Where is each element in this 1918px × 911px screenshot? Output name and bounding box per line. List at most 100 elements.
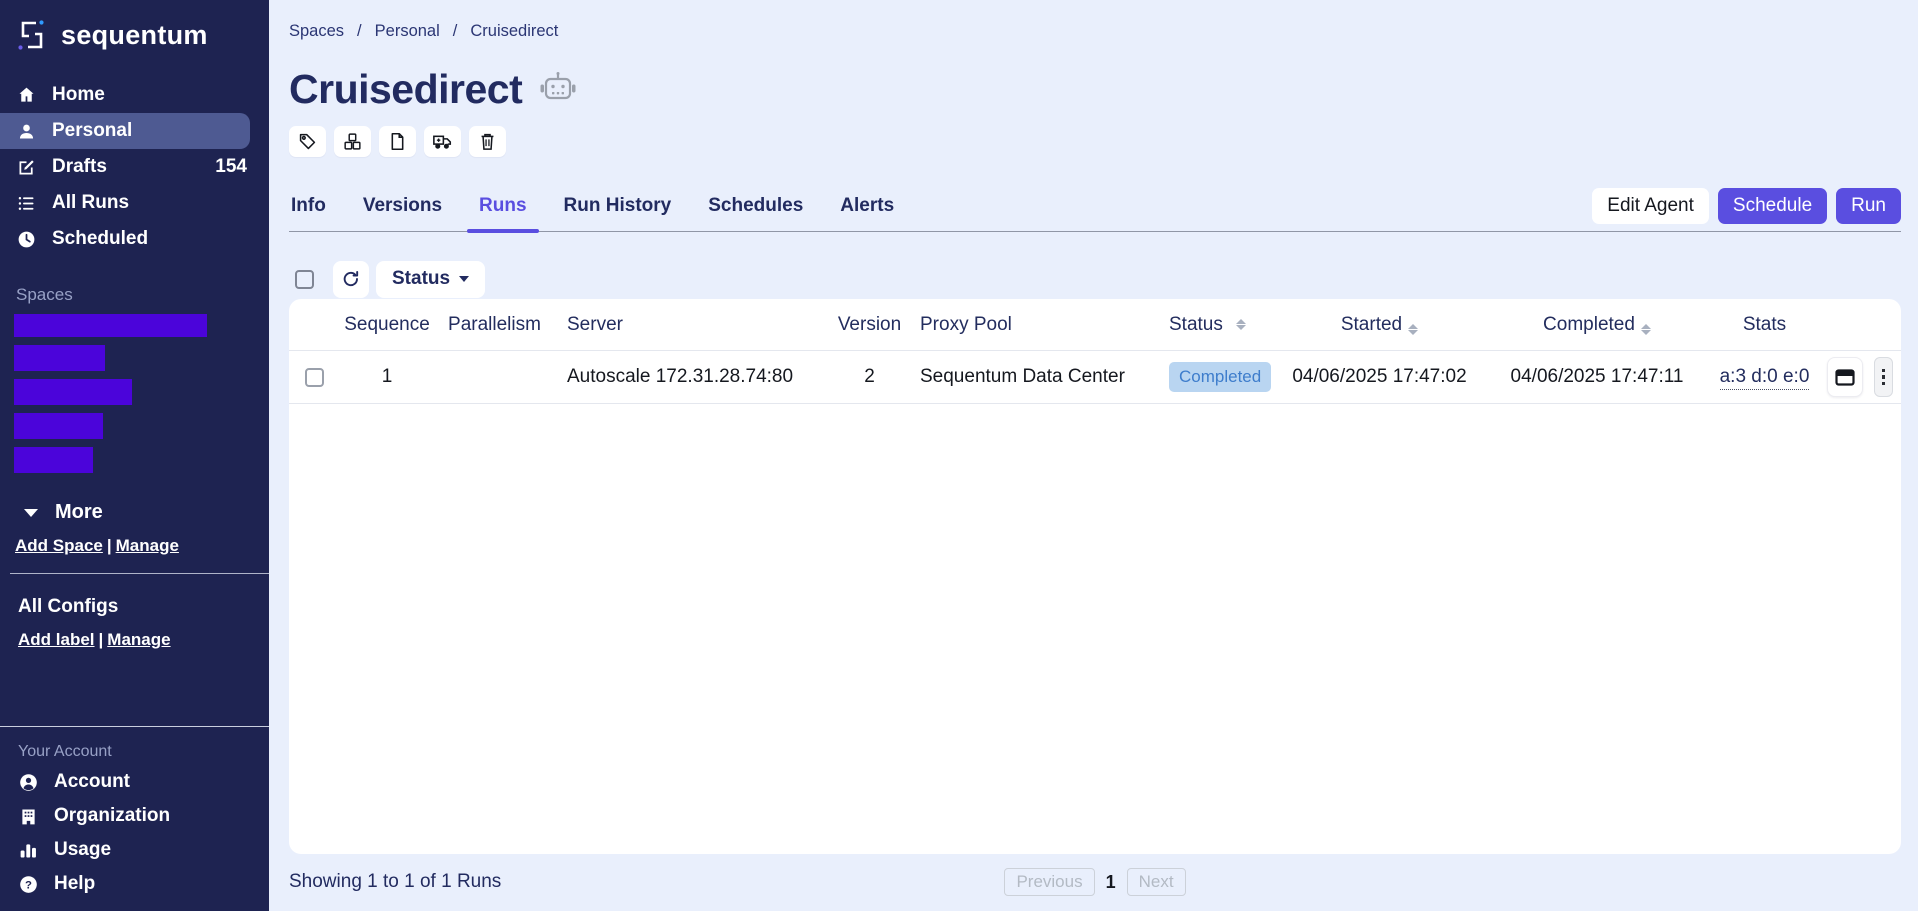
breadcrumb-separator: / [453, 22, 458, 41]
sidebar-item-personal[interactable]: Personal [0, 113, 250, 149]
status-filter-dropdown[interactable]: Status [376, 261, 485, 298]
window-icon[interactable] [1827, 357, 1863, 397]
stats-link[interactable]: a:3 d:0 e:0 [1720, 366, 1810, 390]
chevron-down-icon [24, 509, 38, 517]
pencil-square-icon [16, 157, 37, 178]
sidebar-item-scheduled[interactable]: Scheduled [0, 221, 269, 257]
tab-schedules[interactable]: Schedules [706, 195, 805, 231]
sidebar-nav: Home Personal Drafts 154 All Runs Sche [0, 77, 269, 257]
tab-run-history[interactable]: Run History [562, 195, 674, 231]
main-content: Spaces / Personal / Cruisedirect Cruised… [269, 0, 1918, 911]
sidebar-item-usage[interactable]: Usage [0, 833, 269, 867]
status-filter-label: Status [392, 268, 450, 290]
file-button[interactable] [379, 126, 416, 157]
more-label: More [55, 501, 103, 524]
trash-button[interactable] [469, 126, 506, 157]
add-label-link[interactable]: Add label [18, 630, 95, 649]
robot-icon [538, 71, 578, 109]
sidebar-item-home[interactable]: Home [0, 77, 269, 113]
sidebar-item-organization[interactable]: Organization [0, 799, 269, 833]
space-item-redacted[interactable] [14, 314, 207, 337]
account-item-label: Help [54, 873, 95, 895]
col-header-completed[interactable]: Completed [1487, 314, 1707, 336]
edit-agent-button[interactable]: Edit Agent [1592, 188, 1709, 224]
row-actions [1822, 357, 1901, 397]
sidebar-item-help[interactable]: ? Help [0, 867, 269, 901]
space-item-redacted[interactable] [14, 447, 93, 473]
breadcrumb: Spaces / Personal / Cruisedirect [289, 22, 1901, 41]
col-header-sequence: Sequence [337, 314, 437, 336]
breadcrumb-personal[interactable]: Personal [375, 22, 440, 41]
col-header-parallelism: Parallelism [437, 314, 552, 336]
title-row: Cruisedirect [289, 66, 1901, 113]
col-header-started[interactable]: Started [1272, 314, 1487, 336]
truck-button[interactable] [424, 126, 461, 157]
your-account-heading: Your Account [18, 743, 269, 761]
runs-table-card: Sequence Parallelism Server Version Prox… [289, 299, 1901, 854]
sidebar-item-label: All Runs [52, 192, 129, 214]
row-checkbox[interactable] [305, 368, 324, 387]
brand-logo[interactable]: sequentum [0, 0, 269, 61]
manage-spaces-link[interactable]: Manage [116, 536, 179, 555]
kebab-menu-button[interactable] [1874, 357, 1893, 397]
sidebar-item-label: Personal [52, 120, 132, 142]
refresh-button[interactable] [333, 261, 369, 298]
person-icon [16, 121, 37, 142]
sidebar: sequentum Home Personal Drafts 154 A [0, 0, 269, 911]
schedule-button[interactable]: Schedule [1718, 188, 1827, 224]
caret-down-icon [459, 276, 469, 282]
previous-page-button[interactable]: Previous [1004, 868, 1094, 896]
sidebar-item-label: Scheduled [52, 228, 148, 250]
breadcrumb-current: Cruisedirect [470, 22, 558, 41]
tag-button[interactable] [289, 126, 326, 157]
col-header-label: Completed [1543, 314, 1635, 335]
tab-alerts[interactable]: Alerts [838, 195, 896, 231]
tab-info[interactable]: Info [289, 195, 328, 231]
manage-labels-link[interactable]: Manage [107, 630, 170, 649]
sidebar-divider [10, 573, 269, 574]
col-header-status[interactable]: Status [1147, 314, 1272, 336]
account-item-label: Account [54, 771, 130, 793]
select-all-checkbox[interactable] [295, 270, 314, 289]
home-icon [16, 85, 37, 106]
sort-icon[interactable] [1236, 319, 1246, 330]
col-header-stats: Stats [1707, 314, 1822, 336]
sort-icon[interactable] [1641, 324, 1651, 335]
sidebar-item-drafts[interactable]: Drafts 154 [0, 149, 269, 185]
sidebar-item-all-runs[interactable]: All Runs [0, 185, 269, 221]
add-space-link[interactable]: Add Space [15, 536, 103, 555]
spaces-more-toggle[interactable]: More [24, 501, 269, 524]
breadcrumb-spaces[interactable]: Spaces [289, 22, 344, 41]
spaces-list [0, 314, 269, 481]
spaces-heading: Spaces [16, 285, 269, 305]
spaces-links: Add Space|Manage [15, 536, 269, 556]
tab-versions[interactable]: Versions [361, 195, 444, 231]
col-header-label: Started [1341, 314, 1402, 335]
col-header-proxy-pool: Proxy Pool [902, 314, 1147, 336]
tab-runs[interactable]: Runs [477, 195, 529, 231]
building-icon [18, 806, 39, 827]
next-page-button[interactable]: Next [1127, 868, 1186, 896]
cell-completed: 04/06/2025 17:47:11 [1487, 366, 1707, 388]
run-button[interactable]: Run [1836, 188, 1901, 224]
all-configs-heading: All Configs [18, 596, 269, 618]
space-item-redacted[interactable] [14, 413, 103, 439]
cubes-button[interactable] [334, 126, 371, 157]
table-filter-bar: Status [289, 260, 1901, 298]
col-header-label: Status [1169, 314, 1223, 336]
bar-chart-icon [18, 840, 39, 861]
sidebar-item-label: Home [52, 84, 105, 106]
space-item-redacted[interactable] [14, 379, 132, 405]
cell-status: Completed [1147, 362, 1272, 392]
sequentum-logo-icon [14, 17, 50, 53]
sidebar-item-account[interactable]: Account [0, 765, 269, 799]
cell-sequence: 1 [337, 366, 437, 388]
cell-proxy-pool: Sequentum Data Center [902, 366, 1147, 388]
sidebar-item-label: Drafts [52, 156, 107, 178]
links-separator: | [99, 630, 104, 649]
account-item-label: Usage [54, 839, 111, 861]
table-footer: Showing 1 to 1 of 1 Runs Previous 1 Next [289, 868, 1901, 896]
space-item-redacted[interactable] [14, 345, 105, 371]
pagination: Previous 1 Next [1004, 868, 1185, 896]
sort-icon[interactable] [1408, 324, 1418, 335]
